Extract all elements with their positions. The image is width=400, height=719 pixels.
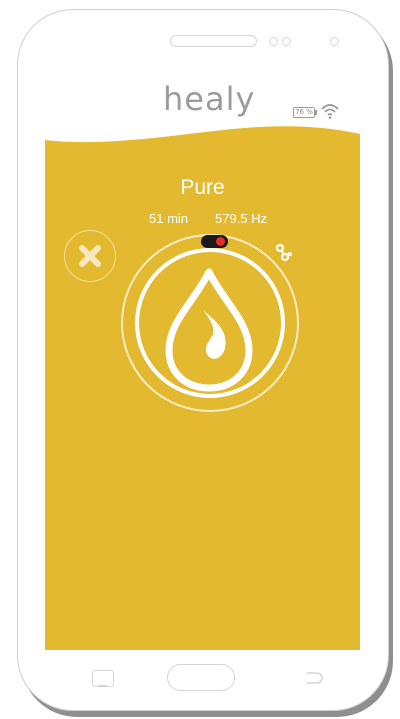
home-button[interactable]: [167, 664, 235, 691]
program-duration: 51 min: [149, 211, 189, 226]
front-camera: [269, 37, 278, 46]
close-icon: [79, 245, 101, 267]
recent-apps-icon[interactable]: [92, 670, 114, 687]
water-drop-icon: [165, 268, 253, 392]
speaker-grille: [170, 35, 257, 47]
healy-logo: healy: [163, 80, 256, 118]
program-frequency: 579.5 Hz: [215, 211, 268, 226]
link-icon[interactable]: [275, 244, 293, 262]
toggle-indicator: [216, 237, 225, 246]
program-title: Pure: [180, 176, 225, 199]
light-sensor: [330, 37, 339, 46]
output-toggle[interactable]: [201, 235, 228, 248]
app-screen: healy 76 % Pure 51 min 579.5 Hz: [45, 74, 360, 650]
battery-tip: [315, 110, 317, 115]
battery-icon: 76 %: [293, 107, 315, 118]
back-icon[interactable]: [303, 671, 325, 685]
wifi-icon: [321, 104, 339, 119]
stop-program-button[interactable]: [64, 230, 116, 282]
proximity-sensor: [282, 37, 291, 46]
